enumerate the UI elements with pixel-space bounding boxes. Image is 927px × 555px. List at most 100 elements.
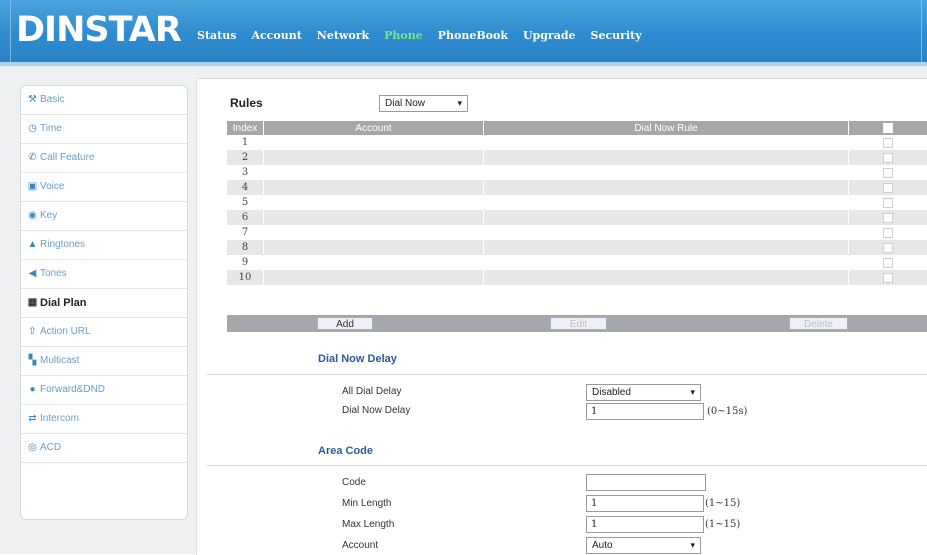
sidebar-item-voice[interactable]: ▣Voice [21, 173, 187, 202]
nav-phone[interactable]: Phone [384, 29, 423, 42]
delete-button[interactable]: Delete [789, 317, 848, 330]
row-account [264, 240, 484, 255]
sidebar-item-label: Basic [40, 86, 64, 114]
row-index: 1 [227, 135, 264, 150]
sidebar-item-forward-dnd[interactable]: ●Forward&DND [21, 376, 187, 405]
sidebar-item-time[interactable]: ◷Time [21, 115, 187, 144]
rules-mode-select[interactable]: Dial Now ▾ [379, 95, 468, 112]
row-checkbox[interactable] [849, 195, 927, 210]
row-dial-now-rule [484, 240, 849, 255]
rules-title: Rules [230, 96, 263, 110]
row-checkbox[interactable] [849, 255, 927, 270]
row-checkbox[interactable] [849, 225, 927, 240]
sidebar-item-basic[interactable]: ⚒Basic [21, 86, 187, 115]
code-input[interactable] [586, 474, 706, 491]
row-account [264, 180, 484, 195]
edit-button[interactable]: Edit [550, 317, 607, 330]
dial-now-delay-input[interactable]: 1 [586, 403, 704, 420]
dial-now-delay-title: Dial Now Delay [318, 353, 397, 365]
rules-table: Index Account Dial Now Rule 1 2 3 4 5 6 … [227, 121, 927, 285]
speaker-icon: ◀ [27, 260, 38, 288]
main-panel: Rules Dial Now ▾ Index Account Dial Now … [196, 78, 927, 555]
sidebar-item-label: Tones [40, 260, 67, 288]
multicast-icon: ▚ [27, 347, 38, 375]
sidebar-item-call-feature[interactable]: ✆Call Feature [21, 144, 187, 173]
column-header-dial-now-rule: Dial Now Rule [484, 121, 849, 135]
table-row: 1 [227, 135, 927, 150]
key-icon: ◉ [27, 202, 38, 230]
sidebar-item-intercom[interactable]: ⇄Intercom [21, 405, 187, 434]
select-all-checkbox[interactable] [849, 121, 927, 135]
table-row: 6 [227, 210, 927, 225]
row-dial-now-rule [484, 210, 849, 225]
sidebar-item-acd[interactable]: ◎ACD [21, 434, 187, 463]
row-index: 8 [227, 240, 264, 255]
wrench-icon: ⚒ [27, 86, 38, 114]
table-row: 5 [227, 195, 927, 210]
row-checkbox[interactable] [849, 240, 927, 255]
bell-icon: ▲ [27, 231, 38, 259]
dialplan-icon: ▦ [27, 289, 38, 317]
row-account [264, 210, 484, 225]
chevron-down-icon: ▾ [690, 538, 695, 553]
row-dial-now-rule [484, 225, 849, 240]
row-checkbox[interactable] [849, 180, 927, 195]
row-dial-now-rule [484, 150, 849, 165]
phone-icon: ✆ [27, 144, 38, 172]
checkbox-icon [883, 123, 893, 133]
sidebar-item-label: Key [40, 202, 57, 230]
code-label: Code [342, 477, 366, 488]
sidebar: ⚒Basic ◷Time ✆Call Feature ▣Voice ◉Key ▲… [20, 85, 188, 520]
max-length-input[interactable]: 1 [586, 516, 704, 533]
row-checkbox[interactable] [849, 150, 927, 165]
row-index: 10 [227, 270, 264, 285]
top-header: DINSTAR Status Account Network Phone Pho… [0, 0, 927, 66]
sidebar-item-label: Ringtones [40, 231, 85, 259]
nav-phonebook[interactable]: PhoneBook [438, 29, 508, 42]
sidebar-item-label: Intercom [40, 405, 79, 433]
nav-upgrade[interactable]: Upgrade [523, 29, 576, 42]
row-dial-now-rule [484, 195, 849, 210]
sidebar-item-label: Dial Plan [40, 289, 86, 317]
main-nav: Status Account Network Phone PhoneBook U… [197, 29, 657, 42]
min-length-input[interactable]: 1 [586, 495, 704, 512]
sidebar-item-label: Voice [40, 173, 64, 201]
table-header-row: Index Account Dial Now Rule [227, 121, 927, 135]
sidebar-item-label: Multicast [40, 347, 79, 375]
sidebar-item-multicast[interactable]: ▚Multicast [21, 347, 187, 376]
row-dial-now-rule [484, 180, 849, 195]
column-header-index: Index [227, 121, 264, 135]
sidebar-item-dial-plan[interactable]: ▦Dial Plan [21, 289, 187, 318]
column-header-account: Account [264, 121, 484, 135]
min-length-label: Min Length [342, 498, 391, 509]
max-length-hint: (1~15) [705, 519, 740, 530]
row-checkbox[interactable] [849, 135, 927, 150]
nav-status[interactable]: Status [197, 29, 236, 42]
sidebar-item-ringtones[interactable]: ▲Ringtones [21, 231, 187, 260]
all-dial-delay-value: Disabled [592, 387, 631, 398]
row-checkbox[interactable] [849, 210, 927, 225]
add-button[interactable]: Add [317, 317, 373, 330]
account-select[interactable]: Auto ▾ [586, 537, 701, 554]
checkbox-icon [883, 168, 893, 178]
sidebar-item-action-url[interactable]: ⇧Action URL [21, 318, 187, 347]
checkbox-icon [883, 183, 893, 193]
nav-security[interactable]: Security [591, 29, 642, 42]
row-checkbox[interactable] [849, 270, 927, 285]
dial-now-delay-label: Dial Now Delay [342, 405, 410, 416]
row-checkbox[interactable] [849, 165, 927, 180]
row-dial-now-rule [484, 270, 849, 285]
sidebar-item-key[interactable]: ◉Key [21, 202, 187, 231]
section-divider [207, 374, 927, 375]
max-length-label: Max Length [342, 519, 394, 530]
row-index: 7 [227, 225, 264, 240]
nav-network[interactable]: Network [317, 29, 369, 42]
sidebar-item-tones[interactable]: ◀Tones [21, 260, 187, 289]
table-row: 3 [227, 165, 927, 180]
nav-account[interactable]: Account [251, 29, 301, 42]
row-dial-now-rule [484, 255, 849, 270]
row-account [264, 150, 484, 165]
acd-icon: ◎ [27, 434, 38, 462]
checkbox-icon [883, 273, 893, 283]
all-dial-delay-select[interactable]: Disabled ▾ [586, 384, 701, 401]
